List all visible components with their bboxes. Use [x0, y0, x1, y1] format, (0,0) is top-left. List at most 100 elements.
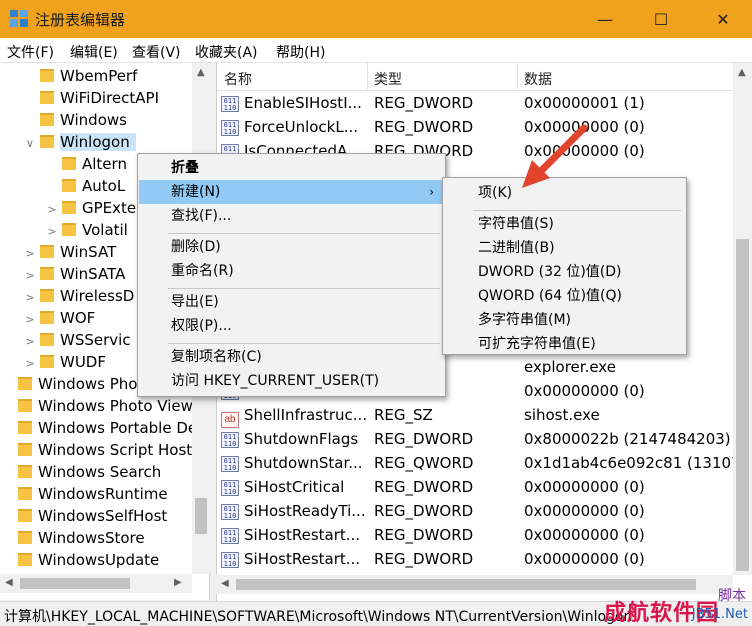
value-name: SiHostReadyTi...: [244, 502, 366, 520]
table-row[interactable]: 011 110 EnableSIHostI... REG_DWORD 0x0000000…: [217, 91, 737, 115]
tree-item[interactable]: Windows Script Host: [2, 439, 192, 461]
menu-help[interactable]: 帮助(H): [276, 42, 325, 62]
watermark-top: 脚本: [718, 588, 746, 604]
minimize-button[interactable]: —: [582, 0, 628, 38]
tree-item[interactable]: Windows: [24, 109, 127, 131]
menu-edit[interactable]: 编辑(E): [70, 42, 118, 62]
submenu-arrow-icon: ›: [429, 185, 434, 199]
submenu-qword-value[interactable]: QWORD (64 位)值(Q): [444, 284, 685, 308]
tree-item[interactable]: WindowsSelfHost: [2, 505, 167, 527]
tree-item[interactable]: WiFiDirectAPI: [24, 87, 159, 109]
new-submenu: 项(K) 字符串值(S) 二进制值(B) DWORD (32 位)值(D) QW…: [442, 177, 687, 355]
tree-item[interactable]: WindowsStore: [2, 527, 145, 549]
ctx-export[interactable]: 导出(E): [139, 290, 444, 314]
value-name: EnableSIHostI...: [244, 94, 362, 112]
tree-item[interactable]: WindowsRuntime: [2, 483, 168, 505]
menu-favorites[interactable]: 收藏夹(A): [195, 42, 258, 62]
ctx-separator: [168, 288, 440, 289]
column-data[interactable]: 数据: [524, 69, 552, 89]
tree-item[interactable]: > GPExte: [46, 197, 136, 219]
tree-item[interactable]: WbemPerf: [24, 65, 137, 87]
tree-item[interactable]: > WinSATA: [24, 263, 125, 285]
submenu-dword-value[interactable]: DWORD (32 位)值(D): [444, 260, 685, 284]
folder-icon: [62, 157, 76, 170]
scroll-left-icon[interactable]: ◀: [5, 577, 13, 588]
collapsed-chevron-icon[interactable]: >: [24, 287, 36, 309]
value-data: 0x00000000 (0): [524, 550, 645, 568]
close-button[interactable]: ✕: [700, 0, 746, 38]
list-vertical-scrollbar[interactable]: ▲: [733, 63, 752, 575]
table-row[interactable]: ab ShellInfrastruc... REG_SZ sihost.exe: [217, 403, 737, 428]
tree-horizontal-scrollbar[interactable]: ◀ ▶: [0, 574, 192, 593]
folder-icon: [62, 201, 76, 214]
menu-file[interactable]: 文件(F): [7, 42, 54, 62]
table-row[interactable]: 011 110 SiHostRestart... REG_DWORD 0x0000000…: [217, 523, 737, 547]
collapsed-chevron-icon[interactable]: >: [46, 221, 58, 243]
tree-vertical-thumb[interactable]: [195, 498, 207, 534]
tree-item[interactable]: Windows Search: [2, 461, 161, 483]
ctx-goto-hkcu[interactable]: 访问 HKEY_CURRENT_USER(T): [139, 369, 444, 393]
ctx-collapse[interactable]: 折叠: [139, 156, 444, 180]
value-type: REG_DWORD: [374, 526, 474, 544]
folder-icon: [18, 509, 32, 522]
status-path: 计算机\HKEY_LOCAL_MACHINE\SOFTWARE\Microsof…: [4, 609, 633, 625]
tree-item[interactable]: Windows Portable Devi: [2, 417, 209, 439]
column-name[interactable]: 名称: [224, 69, 252, 89]
tree-item[interactable]: Windows Phone: [2, 373, 156, 395]
submenu-expandable-string-value[interactable]: 可扩充字符串值(E): [444, 332, 685, 356]
table-row[interactable]: 011 110 SiHostRestart... REG_DWORD 0x0000000…: [217, 547, 737, 571]
menu-view[interactable]: 查看(V): [132, 42, 181, 62]
expanded-chevron-icon[interactable]: ∨: [24, 133, 36, 155]
maximize-button[interactable]: ☐: [638, 0, 684, 38]
collapsed-chevron-icon[interactable]: >: [24, 331, 36, 353]
table-row[interactable]: 011 110 SiHostReadyTi... REG_DWORD 0x0000000…: [217, 499, 737, 523]
list-vertical-thumb[interactable]: [736, 239, 749, 571]
collapsed-chevron-icon[interactable]: >: [24, 309, 36, 331]
collapsed-chevron-icon[interactable]: >: [24, 265, 36, 287]
ctx-find[interactable]: 查找(F)...: [139, 204, 444, 228]
tree-horizontal-thumb[interactable]: [20, 578, 130, 589]
tree-item[interactable]: > Volatil: [46, 219, 128, 243]
column-divider[interactable]: [367, 63, 368, 91]
value-data: 0x00000000 (0): [524, 478, 645, 496]
tree-item[interactable]: Altern: [46, 153, 127, 175]
scroll-up-icon[interactable]: ▲: [738, 67, 746, 78]
collapsed-chevron-icon[interactable]: >: [24, 353, 36, 375]
table-row[interactable]: 011 110 ForceUnlockL... REG_DWORD 0x00000000…: [217, 115, 737, 139]
ctx-copy-key-name[interactable]: 复制项名称(C): [139, 345, 444, 369]
scroll-right-icon[interactable]: ▶: [174, 577, 182, 588]
table-row[interactable]: 011 110 ShutdownStar... REG_QWORD 0x1d1ab4c6…: [217, 451, 741, 475]
tree-item[interactable]: > WinSAT: [24, 241, 116, 263]
collapsed-chevron-icon[interactable]: >: [46, 199, 58, 221]
submenu-multi-string-value[interactable]: 多字符串值(M): [444, 308, 685, 332]
tree-item-label: Volatil: [82, 221, 128, 239]
scroll-up-icon[interactable]: ▲: [197, 67, 205, 78]
table-row[interactable]: 011 110 SiHostCritical REG_DWORD 0x00000000 …: [217, 475, 737, 499]
tree-item[interactable]: > WirelessD: [24, 285, 134, 307]
tree-item[interactable]: > WUDF: [24, 351, 106, 373]
tree-item[interactable]: WindowsUpdate: [2, 549, 159, 571]
submenu-string-value[interactable]: 字符串值(S): [444, 212, 685, 236]
tree-item-label: WSServic: [60, 331, 131, 349]
ctx-new[interactable]: 新建(N) ›: [139, 180, 444, 204]
column-type[interactable]: 类型: [374, 69, 402, 89]
value-name-cell: 011 110 ShutdownStar...: [221, 451, 369, 475]
folder-icon: [62, 179, 76, 192]
folder-icon: [18, 377, 32, 390]
ctx-delete[interactable]: 删除(D): [139, 235, 444, 259]
tree-item[interactable]: Windows Photo Viewer: [2, 395, 208, 417]
collapsed-chevron-icon[interactable]: >: [24, 243, 36, 265]
ctx-permissions[interactable]: 权限(P)...: [139, 314, 444, 338]
tree-item[interactable]: > WOF: [24, 307, 95, 329]
ctx-rename[interactable]: 重命名(R): [139, 259, 444, 283]
tree-item[interactable]: > WSServic: [24, 329, 131, 353]
ctx-separator: [168, 343, 440, 344]
value-data: 0x00000000 (0): [524, 382, 645, 400]
table-row[interactable]: 011 110 ShutdownFlags REG_DWORD 0x8000022b (…: [217, 427, 737, 451]
ctx-item-label: 复制项名称(C): [171, 349, 262, 365]
scroll-left-icon[interactable]: ◀: [221, 578, 229, 589]
column-divider[interactable]: [517, 63, 518, 91]
tree-item[interactable]: ∨ Winlogon: [24, 131, 136, 153]
tree-item[interactable]: AutoL: [46, 175, 125, 197]
submenu-binary-value[interactable]: 二进制值(B): [444, 236, 685, 260]
